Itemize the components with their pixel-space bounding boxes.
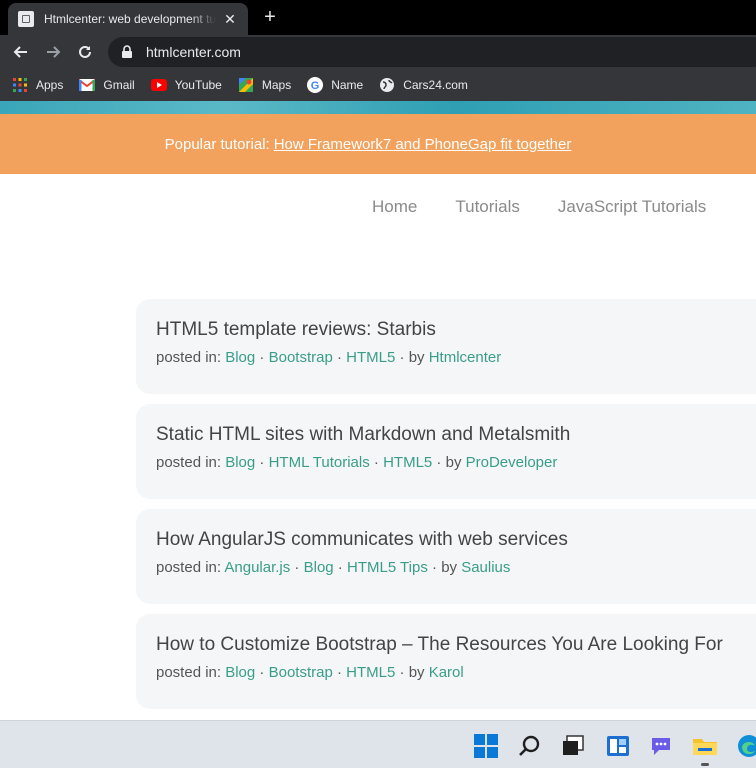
tag-link[interactable]: Blog <box>225 664 255 681</box>
bookmark-label: YouTube <box>174 78 222 92</box>
post-meta: posted in: Blog · Bootstrap · HTML5 · by… <box>156 664 464 681</box>
youtube-icon <box>150 77 167 93</box>
post-title[interactable]: How to Customize Bootstrap – The Resourc… <box>156 634 756 656</box>
reload-icon <box>79 45 91 58</box>
banner-tutorial-link[interactable]: How Framework7 and PhoneGap fit together <box>274 136 572 153</box>
bookmark-youtube[interactable]: YouTube <box>150 77 222 93</box>
tag-link[interactable]: Bootstrap <box>269 664 333 681</box>
taskbar <box>0 720 756 768</box>
post-title[interactable]: How AngularJS communicates with web serv… <box>156 529 756 551</box>
post-card[interactable]: How to Customize Bootstrap – The Resourc… <box>136 614 756 709</box>
post-meta: posted in: Angular.js · Blog · HTML5 Tip… <box>156 559 511 576</box>
gmail-icon <box>79 77 96 93</box>
google-icon: G <box>307 77 324 93</box>
tag-link[interactable]: HTML5 <box>383 454 432 471</box>
teams-chat-button[interactable] <box>648 733 674 759</box>
maps-icon <box>238 77 254 93</box>
tag-link[interactable]: HTML5 Tips <box>347 559 428 576</box>
tag-link[interactable]: Blog <box>225 349 255 366</box>
chat-icon <box>652 738 670 755</box>
by-label: by <box>408 664 425 681</box>
forward-arrow-icon <box>47 46 61 58</box>
widgets-button[interactable] <box>605 733 631 759</box>
bookmark-gmail[interactable]: Gmail <box>79 77 135 93</box>
posted-in-label: posted in: <box>156 664 222 681</box>
tag-link[interactable]: Blog <box>225 454 255 471</box>
nav-home[interactable]: Home <box>372 197 417 217</box>
post-title[interactable]: HTML5 template reviews: Starbis <box>156 319 756 341</box>
windows-start-icon <box>474 734 498 758</box>
task-view-button[interactable] <box>560 733 586 759</box>
close-tab-icon[interactable]: ✕ <box>222 11 238 28</box>
tag-link[interactable]: Bootstrap <box>269 349 333 366</box>
post-card[interactable]: Static HTML sites with Markdown and Meta… <box>136 404 756 499</box>
author-link[interactable]: Saulius <box>461 559 510 576</box>
bookmark-label: Cars24.com <box>403 78 468 92</box>
by-label: by <box>441 559 458 576</box>
author-link[interactable]: ProDeveloper <box>466 454 558 471</box>
search-icon <box>519 735 540 756</box>
running-indicator <box>701 763 709 766</box>
bookmark-name[interactable]: G Name <box>307 77 363 93</box>
post-title[interactable]: Static HTML sites with Markdown and Meta… <box>156 424 756 446</box>
posted-in-label: posted in: <box>156 349 222 366</box>
start-button[interactable] <box>473 733 499 759</box>
main-nav: Home Tutorials JavaScript Tutorials <box>372 197 744 217</box>
bookmark-cars24[interactable]: Cars24.com <box>379 77 468 93</box>
task-view-icon <box>563 735 584 755</box>
tab-title: Htmlcenter: web development tutorials <box>44 12 216 26</box>
post-meta: posted in: Blog · Bootstrap · HTML5 · by… <box>156 349 502 366</box>
back-button[interactable] <box>10 41 32 63</box>
nav-tutorials[interactable]: Tutorials <box>455 197 520 217</box>
apps-grid-icon <box>12 77 28 93</box>
bookmark-apps[interactable]: Apps <box>12 77 63 93</box>
browser-tab[interactable]: Htmlcenter: web development tutorials ✕ <box>8 3 248 35</box>
post-meta: posted in: Blog · HTML Tutorials · HTML5… <box>156 454 558 471</box>
posted-in-label: posted in: <box>156 454 222 471</box>
folder-icon <box>693 739 717 755</box>
banner-prefix: Popular tutorial: <box>164 135 270 153</box>
file-explorer-button[interactable] <box>692 733 718 766</box>
back-arrow-icon <box>13 46 27 58</box>
bookmarks-bar: Apps Gmail YouTube Maps G Name Cars24.co… <box>0 69 756 101</box>
bookmark-label: Name <box>331 78 364 92</box>
bookmark-label: Maps <box>261 78 292 92</box>
nav-javascript-tutorials[interactable]: JavaScript Tutorials <box>558 197 706 217</box>
tag-link[interactable]: HTML Tutorials <box>269 454 370 471</box>
post-card[interactable]: How AngularJS communicates with web serv… <box>136 509 756 604</box>
bookmark-label: Gmail <box>103 78 135 92</box>
globe-icon <box>379 77 395 93</box>
hero-image-strip <box>0 101 756 114</box>
forward-button[interactable] <box>42 41 64 63</box>
new-tab-button[interactable]: + <box>260 7 280 28</box>
edge-icon <box>738 735 756 757</box>
posted-in-label: posted in: <box>156 559 222 576</box>
lock-icon <box>122 45 132 58</box>
reload-button[interactable] <box>74 41 96 63</box>
tag-link[interactable]: Blog <box>304 559 334 576</box>
by-label: by <box>408 349 425 366</box>
by-label: by <box>445 454 462 471</box>
author-link[interactable]: Htmlcenter <box>429 349 502 366</box>
svg-text:G: G <box>311 80 320 92</box>
bookmark-maps[interactable]: Maps <box>238 77 291 93</box>
tag-link[interactable]: Angular.js <box>224 559 290 576</box>
author-link[interactable]: Karol <box>429 664 464 681</box>
tag-link[interactable]: HTML5 <box>346 349 395 366</box>
tag-link[interactable]: HTML5 <box>346 664 395 681</box>
edge-button[interactable] <box>736 733 756 759</box>
bookmark-label: Apps <box>36 78 64 92</box>
browser-toolbar: htmlcenter.com <box>0 35 756 69</box>
site-favicon-icon <box>18 11 34 27</box>
url-text: htmlcenter.com <box>146 44 241 60</box>
address-bar[interactable]: htmlcenter.com <box>108 37 756 67</box>
tab-strip: Htmlcenter: web development tutorials ✕ … <box>0 0 756 35</box>
popular-tutorial-banner: Popular tutorial: How Framework7 and Pho… <box>0 114 756 174</box>
post-card[interactable]: HTML5 template reviews: Starbis posted i… <box>136 299 756 394</box>
widgets-icon <box>607 736 629 756</box>
search-button[interactable] <box>517 733 543 759</box>
